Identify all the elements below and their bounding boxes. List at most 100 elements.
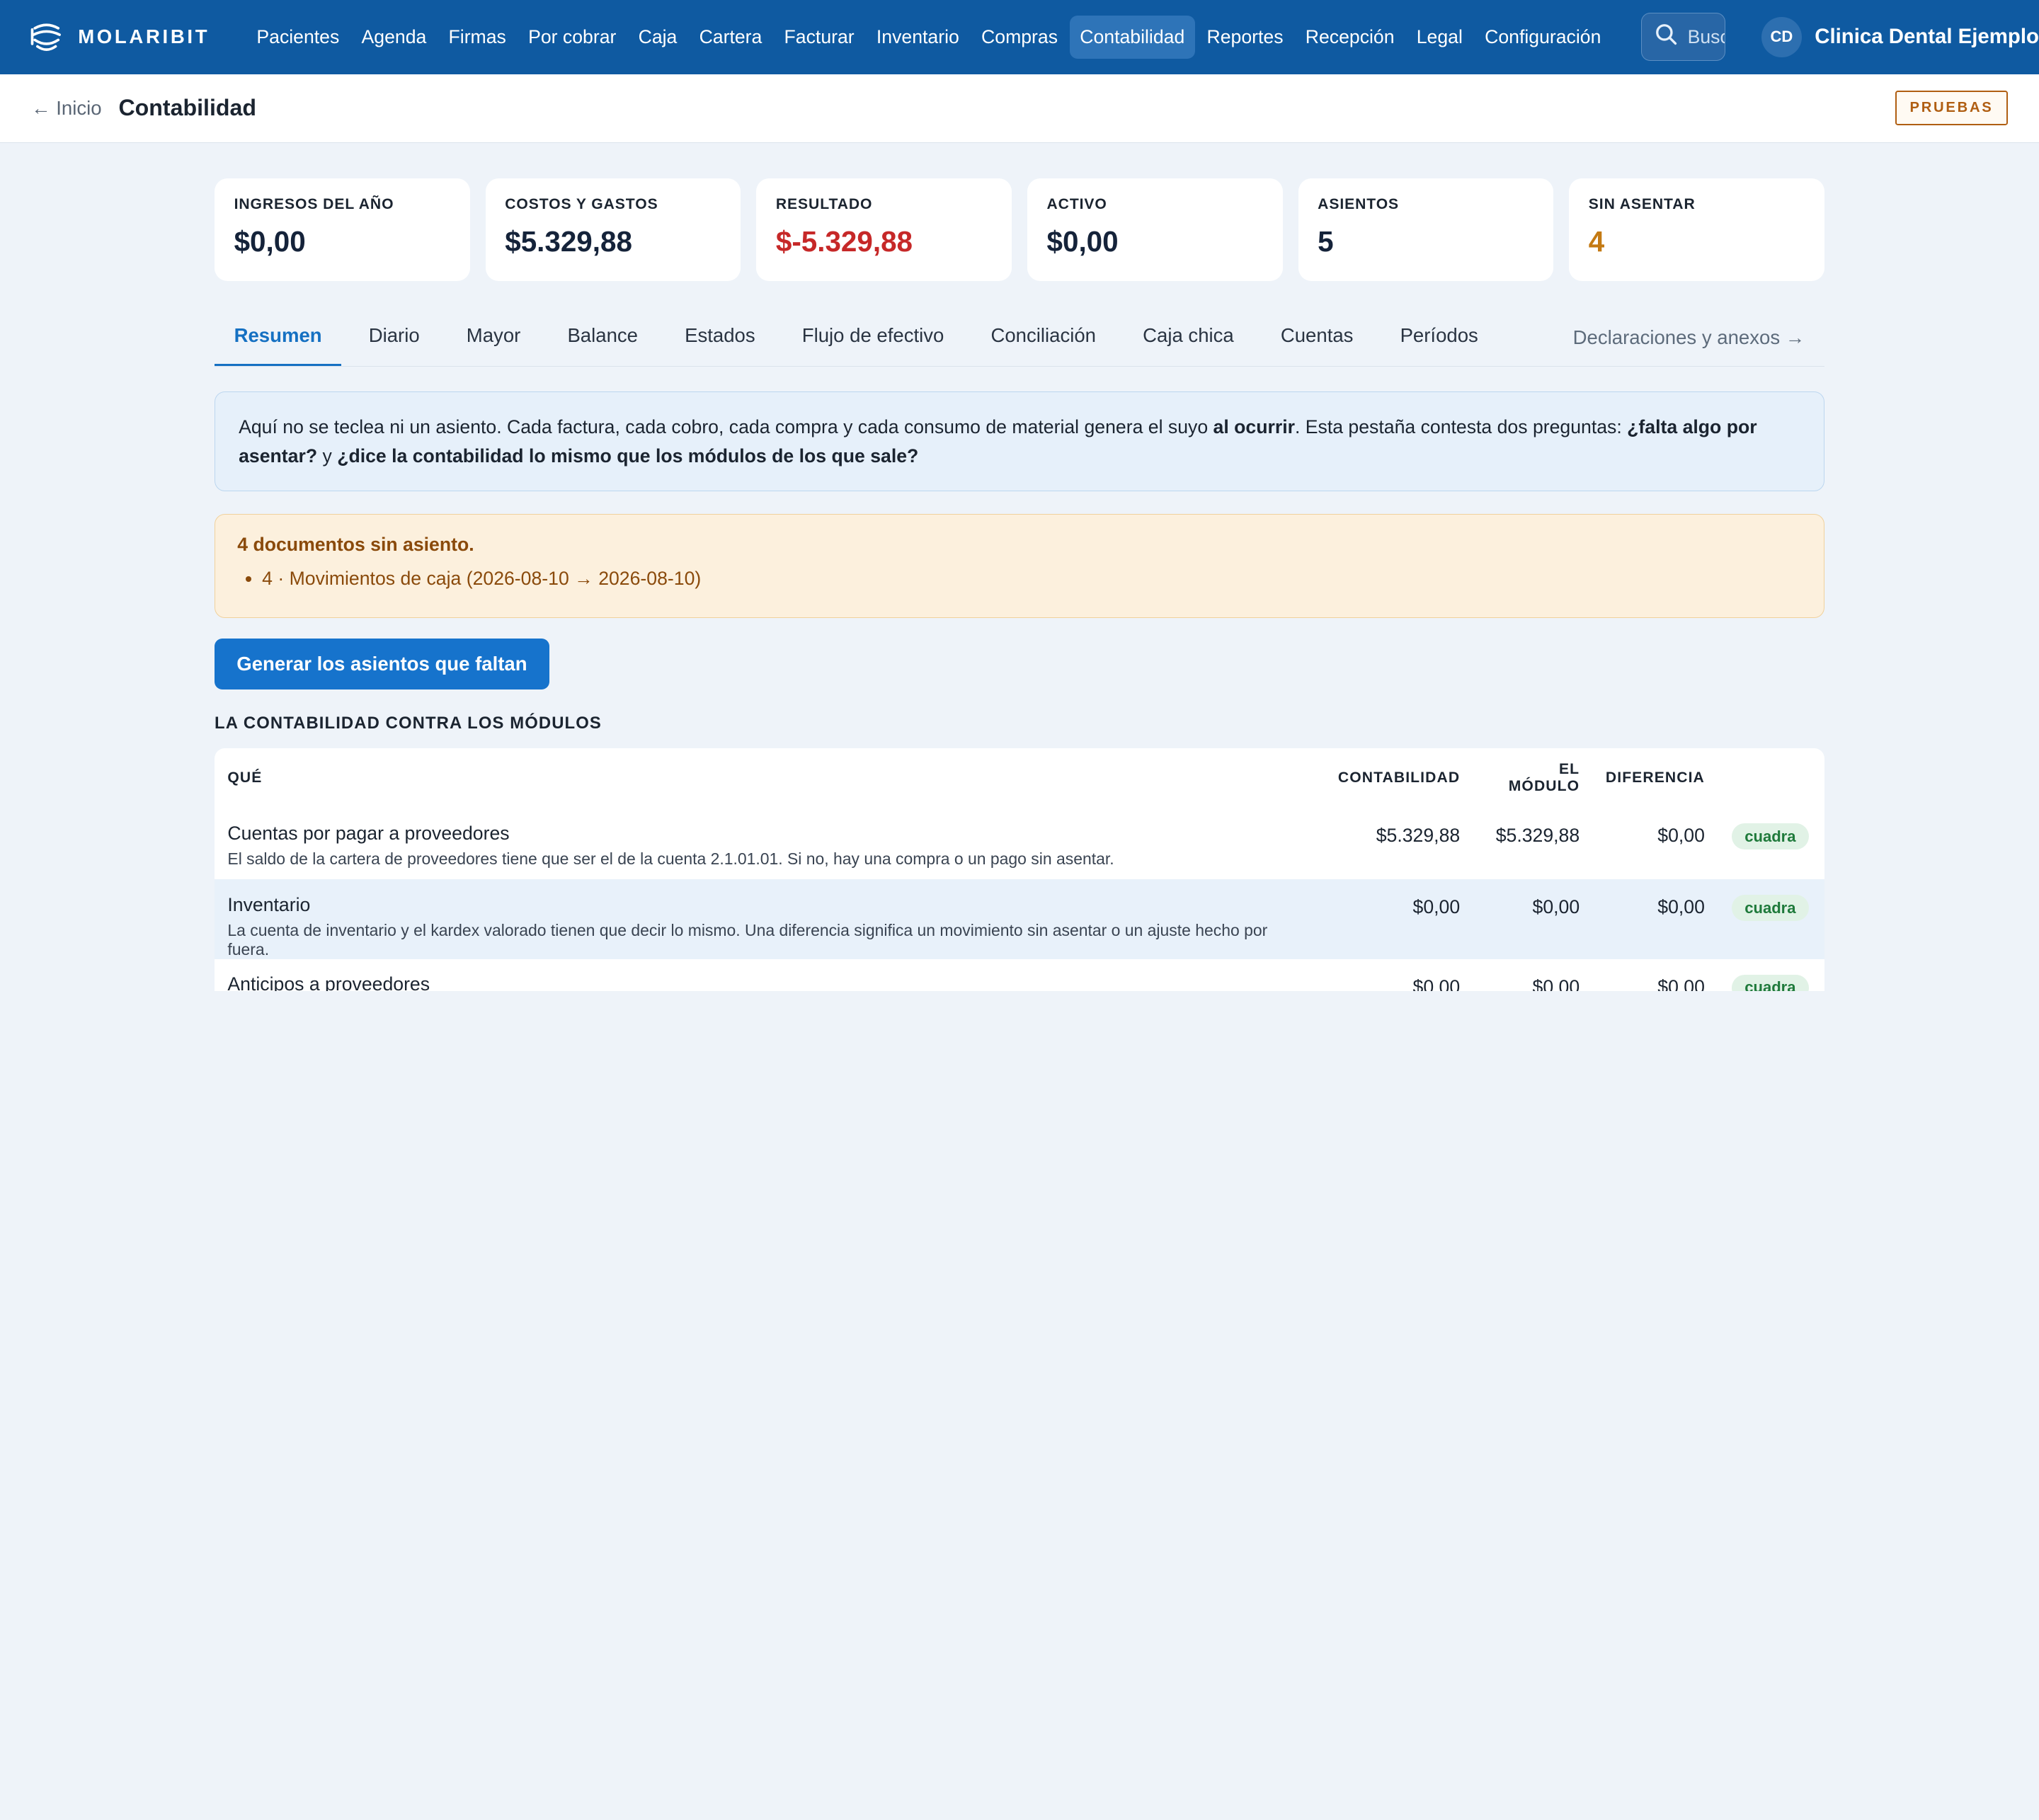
declarations-link[interactable]: Declaraciones y anexos → <box>1573 311 1824 363</box>
table-row[interactable]: Cuentas por pagar a proveedores El saldo … <box>215 808 1824 879</box>
search-box[interactable]: / <box>1641 13 1725 62</box>
warning-box: 4 documentos sin asiento. 4 · Movimiento… <box>215 513 1824 618</box>
warning-title: 4 documentos sin asiento. <box>237 534 474 556</box>
column-header-status <box>1718 748 1824 808</box>
kpi-card-ingresos-del-ano: INGRESOS DEL AÑO $0,00 <box>215 178 470 281</box>
row-accounting-value: $0,00 <box>1412 896 1461 918</box>
row-status-cell: cuadra <box>1718 959 1824 991</box>
kpi-value: $0,00 <box>234 224 306 258</box>
warning-list-item: 4 · Movimientos de caja (2026-08-10 → 20… <box>262 568 1802 590</box>
info-bold-1: al ocurrir <box>1213 416 1295 438</box>
info-box: Aquí no se teclea ni un asiento. Cada fa… <box>215 391 1824 492</box>
brand[interactable]: MOLARIBIT <box>28 19 210 55</box>
search-input[interactable] <box>1687 25 1725 48</box>
nav-item-agenda[interactable]: Agenda <box>351 16 437 58</box>
kpi-label: ACTIVO <box>1046 196 1107 213</box>
status-badge: cuadra <box>1731 974 1809 991</box>
kpi-label: RESULTADO <box>775 196 873 213</box>
kpi-cards: INGRESOS DEL AÑO $0,00 COSTOS Y GASTOS $5.3… <box>215 178 1824 281</box>
tab-flujo-de-efectivo[interactable]: Flujo de efectivo <box>782 309 964 367</box>
info-text-1: Aquí no se teclea ni un asiento. Cada fa… <box>239 416 1213 438</box>
nav-item-contabilidad[interactable]: Contabilidad <box>1069 16 1195 59</box>
brand-name: MOLARIBIT <box>78 25 210 48</box>
table-row[interactable]: Anticipos a proveedoresLo que los provee… <box>215 959 1824 991</box>
nav-items: Pacientes Agenda Firmas Por cobrar Caja Carte… <box>246 16 1613 59</box>
tab-bar: Resumen Diario Mayor Balance Estados Flujo de… <box>215 309 1824 367</box>
nav-item-inventario[interactable]: Inventario <box>866 16 969 58</box>
top-navigation: MOLARIBIT Pacientes Agenda Firmas Por cobra… <box>0 0 2039 74</box>
nav-item-compras[interactable]: Compras <box>971 16 1068 58</box>
row-title: Cuentas por pagar a proveedores <box>227 822 510 844</box>
nav-item-cartera[interactable]: Cartera <box>689 16 772 58</box>
tab-conciliacion[interactable]: Conciliación <box>971 309 1116 367</box>
row-title: Anticipos a proveedores <box>227 973 430 991</box>
environment-badge: PRUEBAS <box>1895 91 2008 126</box>
page: MOLARIBIT Pacientes Agenda Firmas Por cobra… <box>0 0 2039 991</box>
row-module-value: $0,00 <box>1532 896 1580 918</box>
row-description: La cuenta de inventario y el kardex valo… <box>227 920 1268 958</box>
row-what-cell: Inventario La cuenta de inventario y el k… <box>215 879 1317 959</box>
kpi-value: 4 <box>1588 224 1605 258</box>
nav-item-legal[interactable]: Legal <box>1406 16 1473 58</box>
nav-item-firmas[interactable]: Firmas <box>438 16 517 58</box>
column-header-what: QUÉ <box>227 769 263 786</box>
tab-periodos[interactable]: Períodos <box>1381 309 1497 367</box>
kpi-value: $0,00 <box>1046 224 1119 258</box>
tab-diario[interactable]: Diario <box>349 309 439 367</box>
tab-balance[interactable]: Balance <box>548 309 658 367</box>
kpi-value: $-5.329,88 <box>775 224 913 258</box>
row-difference-value: $0,00 <box>1657 896 1705 918</box>
kpi-card-costos-y-gastos: COSTOS Y GASTOS $5.329,88 <box>485 178 741 281</box>
info-bold-3: ¿dice la contabilidad lo mismo que los m… <box>337 445 919 467</box>
row-accounting-value: $5.329,88 <box>1376 825 1461 847</box>
kpi-value: $5.329,88 <box>505 224 632 258</box>
tab-resumen[interactable]: Resumen <box>215 309 342 367</box>
warning-list: 4 · Movimientos de caja (2026-08-10 → 20… <box>237 568 1801 590</box>
search-icon <box>1655 23 1677 51</box>
kpi-card-asientos: ASIENTOS 5 <box>1298 178 1554 281</box>
tab-cuentas[interactable]: Cuentas <box>1261 309 1373 367</box>
row-what-cell: Anticipos a proveedoresLo que los provee… <box>215 959 1317 991</box>
tab-caja-chica[interactable]: Caja chica <box>1124 309 1254 367</box>
nav-item-caja[interactable]: Caja <box>628 16 687 58</box>
reconcile-table-body: Cuentas por pagar a proveedores El saldo … <box>215 808 1824 991</box>
back-link[interactable]: ← Inicio <box>31 97 102 120</box>
kpi-label: SIN ASENTAR <box>1588 196 1696 213</box>
kpi-card-sin-asentar: SIN ASENTAR 4 <box>1569 178 1824 281</box>
tab-mayor[interactable]: Mayor <box>447 309 540 367</box>
page-title: Contabilidad <box>118 95 256 121</box>
row-difference-value: $0,00 <box>1657 975 1705 991</box>
row-module-value: $0,00 <box>1532 975 1580 991</box>
nav-item-pacientes[interactable]: Pacientes <box>246 16 350 58</box>
row-description: El saldo de la cartera de proveedores ti… <box>227 849 1114 868</box>
row-status-cell: cuadra <box>1718 808 1824 879</box>
tab-estados[interactable]: Estados <box>666 309 775 367</box>
table-header-row: QUÉ CONTABILIDAD EL MÓDULO DIFERENCIA <box>215 748 1824 808</box>
avatar[interactable]: CD <box>1761 16 1802 57</box>
kpi-value: 5 <box>1318 224 1334 258</box>
column-header-difference: DIFERENCIA <box>1605 769 1705 786</box>
nav-item-reportes[interactable]: Reportes <box>1196 16 1293 58</box>
nav-item-configuracion[interactable]: Configuración <box>1474 16 1611 58</box>
info-text-2: . Esta pestaña contesta dos preguntas: <box>1294 416 1628 438</box>
sub-header: ← Inicio Contabilidad PRUEBAS <box>0 74 2039 144</box>
tooth-logo-icon <box>28 19 64 55</box>
nav-item-por-cobrar[interactable]: Por cobrar <box>518 16 627 58</box>
kpi-card-resultado: RESULTADO $-5.329,88 <box>756 178 1012 281</box>
status-badge: cuadra <box>1731 895 1809 922</box>
generate-entries-button[interactable]: Generar los asientos que faltan <box>215 638 549 689</box>
reconcile-table: QUÉ CONTABILIDAD EL MÓDULO DIFERENCIA Cu… <box>215 748 1824 991</box>
kpi-label: COSTOS Y GASTOS <box>505 196 658 213</box>
kpi-label: ASIENTOS <box>1318 196 1400 213</box>
nav-item-facturar[interactable]: Facturar <box>774 16 865 58</box>
row-what-cell: Cuentas por pagar a proveedores El saldo … <box>215 808 1317 879</box>
row-difference-value: $0,00 <box>1657 825 1705 847</box>
clinic-name[interactable]: Clinica Dental Ejemplo <box>1815 25 2039 49</box>
table-row[interactable]: Inventario La cuenta de inventario y el k… <box>215 879 1824 959</box>
column-header-module: EL MÓDULO <box>1508 760 1580 794</box>
kpi-card-activo: ACTIVO $0,00 <box>1027 178 1283 281</box>
section-title: LA CONTABILIDAD CONTRA LOS MÓDULOS <box>215 714 602 733</box>
nav-item-recepcion[interactable]: Recepción <box>1295 16 1405 58</box>
status-badge: cuadra <box>1731 823 1809 850</box>
row-module-value: $5.329,88 <box>1495 825 1580 847</box>
